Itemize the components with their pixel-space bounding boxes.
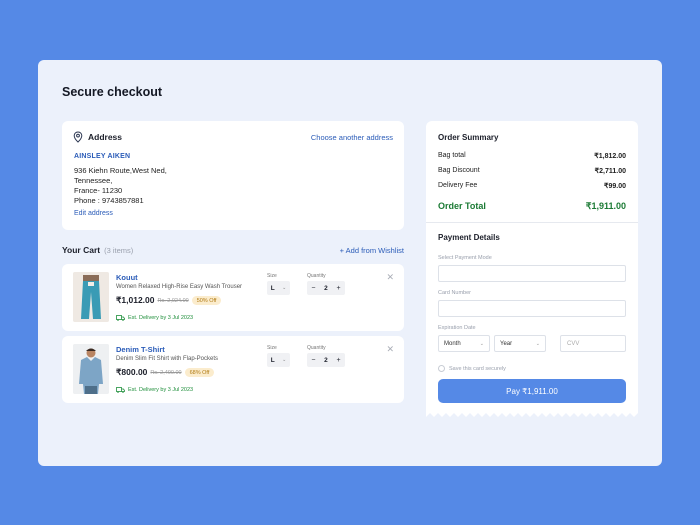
- divider: [426, 222, 638, 223]
- quantity-label: Quantity: [307, 273, 326, 279]
- truck-icon: [116, 315, 125, 321]
- chevron-down-icon: ⌄: [282, 285, 287, 291]
- receipt-zigzag-edge: [426, 412, 638, 417]
- order-total-value: ₹1,911.00: [585, 201, 626, 211]
- year-value: Year: [500, 340, 513, 347]
- plus-icon[interactable]: +: [337, 285, 341, 292]
- discount-badge: 50% Off: [191, 296, 222, 305]
- item-description: Denim Slim Fit Shirt with Flap-Pockets: [116, 356, 219, 362]
- quantity-stepper: − 2 +: [307, 353, 345, 367]
- location-pin-icon: [73, 131, 83, 143]
- minus-icon[interactable]: −: [311, 357, 315, 364]
- payment-details-title: Payment Details: [438, 233, 500, 242]
- checkout-panel: Secure checkout Address Choose another a…: [38, 60, 662, 466]
- expiration-date-label: Expiration Date: [438, 325, 476, 331]
- item-price-row: ₹1,012.00 Rs. 2,024.00 50% Off: [116, 295, 222, 306]
- quantity-stepper: − 2 +: [307, 281, 345, 295]
- cart-header: Your Cart (3 items): [62, 245, 133, 255]
- address-line-3: France- 11230: [74, 186, 123, 195]
- cart-item: Denim T-Shirt Denim Slim Fit Shirt with …: [62, 336, 404, 403]
- address-card: Address Choose another address AINSLEY A…: [62, 121, 404, 230]
- chevron-down-icon: ⌄: [479, 340, 484, 347]
- delivery-text: Est. Delivery by 3 Jul 2023: [128, 387, 194, 393]
- address-name: AINSLEY AIKEN: [74, 153, 131, 160]
- close-icon[interactable]: ✕: [386, 344, 394, 355]
- size-select[interactable]: L ⌄: [267, 353, 290, 367]
- quantity-label: Quantity: [307, 345, 326, 351]
- summary-label: Bag Discount: [438, 167, 480, 174]
- delivery-estimate: Est. Delivery by 3 Jul 2023: [116, 315, 193, 321]
- summary-value: ₹2,711.00: [594, 168, 626, 175]
- add-from-wishlist-link[interactable]: + Add from Wishlist: [340, 246, 404, 255]
- address-header: Address: [73, 131, 122, 143]
- size-value: L: [270, 284, 275, 292]
- summary-label: Bag total: [438, 152, 466, 159]
- summary-row-delivery-fee: Delivery Fee ₹99.00: [438, 182, 626, 190]
- month-value: Month: [444, 340, 461, 347]
- summary-value: ₹1,812.00: [594, 153, 626, 160]
- minus-icon[interactable]: −: [311, 285, 315, 292]
- item-mrp: Rs. 2,024.00: [157, 297, 189, 304]
- close-icon[interactable]: ✕: [386, 272, 394, 283]
- address-label: Address: [88, 132, 123, 142]
- address-lines: 936 Kiehn Route,West Ned, Tennessee, Fra…: [74, 166, 167, 206]
- order-summary-title: Order Summary: [438, 133, 499, 142]
- save-card-radio[interactable]: [438, 365, 445, 372]
- cvv-input[interactable]: CVV: [560, 335, 626, 352]
- cart-count: (3 items): [104, 246, 134, 255]
- delivery-text: Est. Delivery by 3 Jul 2023: [128, 315, 194, 321]
- address-line-2: Tennessee,: [74, 176, 113, 185]
- truck-icon: [116, 387, 125, 393]
- cart-item: Kouut Women Relaxed High-Rise Easy Wash …: [62, 264, 404, 331]
- delivery-estimate: Est. Delivery by 3 Jul 2023: [116, 387, 193, 393]
- address-phone: Phone : 9743857881: [74, 196, 144, 205]
- product-image: [73, 272, 109, 322]
- order-total-row: Order Total ₹1,911.00: [438, 201, 626, 212]
- save-card-label: Save this card securely: [449, 365, 506, 372]
- month-select[interactable]: Month ⌄: [438, 335, 490, 352]
- card-number-label: Card Number: [438, 290, 472, 296]
- item-price: ₹1,012.00: [116, 295, 155, 305]
- discount-badge: 68% Off: [184, 368, 215, 377]
- size-label: Size: [267, 345, 277, 351]
- item-brand[interactable]: Denim T-Shirt: [116, 345, 165, 354]
- summary-row-bag-total: Bag total ₹1,812.00: [438, 152, 626, 160]
- item-price: ₹800.00: [116, 367, 148, 377]
- summary-label: Delivery Fee: [438, 182, 478, 189]
- year-select[interactable]: Year ⌄: [494, 335, 546, 352]
- size-select[interactable]: L ⌄: [267, 281, 290, 295]
- save-card-option[interactable]: Save this card securely: [438, 365, 506, 372]
- summary-value: ₹99.00: [604, 183, 626, 190]
- payment-mode-label: Select Payment Mode: [438, 255, 492, 261]
- item-brand[interactable]: Kouut: [116, 273, 138, 282]
- edit-address-link[interactable]: Edit address: [74, 210, 113, 217]
- order-total-label: Order Total: [438, 201, 486, 211]
- pay-button[interactable]: Pay ₹1,911.00: [438, 379, 626, 403]
- chevron-down-icon: ⌄: [535, 340, 540, 347]
- item-description: Women Relaxed High-Rise Easy Wash Trouse…: [116, 284, 243, 290]
- plus-icon[interactable]: +: [337, 357, 341, 364]
- card-number-input[interactable]: [438, 300, 626, 317]
- page-title: Secure checkout: [62, 85, 163, 99]
- product-image: [73, 344, 109, 394]
- payment-mode-select[interactable]: [438, 265, 626, 282]
- size-label: Size: [267, 273, 277, 279]
- item-price-row: ₹800.00 Rs. 2,490.00 68% Off: [116, 367, 215, 378]
- choose-another-address-link[interactable]: Choose another address: [311, 133, 393, 142]
- cvv-placeholder: CVV: [567, 340, 580, 347]
- order-summary-card: Order Summary Bag total ₹1,812.00 Bag Di…: [426, 121, 638, 413]
- cart-title: Your Cart: [62, 245, 101, 255]
- item-mrp: Rs. 2,490.00: [150, 369, 182, 376]
- summary-row-bag-discount: Bag Discount ₹2,711.00: [438, 167, 626, 175]
- address-line-1: 936 Kiehn Route,West Ned,: [74, 166, 167, 175]
- size-value: L: [270, 356, 275, 364]
- trouser-image: [73, 272, 109, 322]
- quantity-value: 2: [324, 284, 328, 292]
- shirt-image: [73, 344, 109, 394]
- quantity-value: 2: [324, 356, 328, 364]
- chevron-down-icon: ⌄: [282, 357, 287, 363]
